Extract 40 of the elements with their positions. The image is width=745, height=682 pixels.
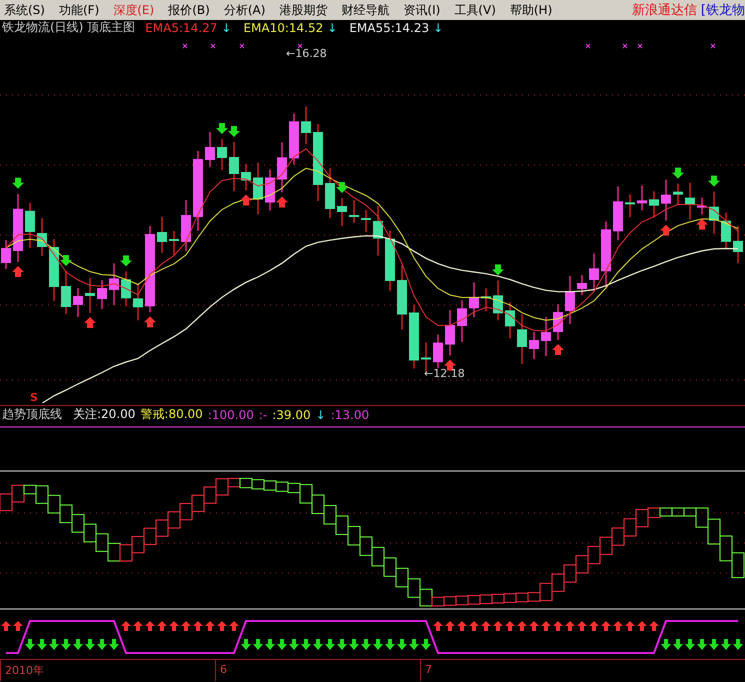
indicator-title: 趋势顶底线 [2, 406, 62, 423]
axis-label: 2010年 [0, 660, 215, 681]
cross-marker [622, 44, 628, 48]
indicator-value: :39.00 [272, 408, 311, 422]
brand-label: 新浪通达信 [632, 2, 697, 19]
cross-marker [638, 44, 642, 48]
low-price-label: ←12.18 [424, 367, 465, 380]
indicator-value: :- [258, 408, 268, 422]
menu-item[interactable]: 港股期货 [275, 2, 338, 18]
cross-marker [586, 44, 590, 48]
cross-marker [298, 44, 302, 48]
trend-arrow: ↓ [221, 20, 232, 34]
menu-item[interactable]: 资讯(I) [399, 2, 450, 18]
indicator-value: EMA5:14.27 [145, 20, 218, 34]
cross-marker [710, 44, 716, 48]
axis-label: 6 [215, 660, 420, 681]
menu-item[interactable]: 帮助(H) [506, 2, 562, 18]
cross-marker [240, 44, 244, 48]
signal-mark: S [30, 391, 38, 404]
menu-item[interactable]: 系统(S) [0, 2, 55, 18]
menu-item[interactable]: 分析(A) [220, 2, 276, 18]
trend-arrow: ↓ [327, 20, 338, 34]
menu-item[interactable]: 财经导航 [337, 2, 400, 18]
stock-tab[interactable]: [铁龙物 [700, 1, 745, 19]
indicator-value: 关注:20.00 [73, 406, 136, 423]
menu-item[interactable]: 报价(B) [164, 2, 220, 18]
trend-arrow: ↓ [433, 20, 444, 34]
indicator-value: EMA55:14.23 [349, 20, 430, 34]
indicator-value: ↓ [316, 408, 326, 422]
cross-marker [210, 44, 216, 48]
indicator-value: 警戒:80.00 [140, 406, 203, 423]
indicator-value: :13.00 [330, 408, 370, 422]
chart-title: 铁龙物流(日线) 顶底主图 [2, 19, 136, 36]
high-price-label: ←16.28 [286, 47, 327, 60]
indicator-value: EMA10:14.52 [243, 20, 324, 34]
menu-item[interactable]: 工具(V) [450, 2, 506, 18]
axis-label: 7 [420, 660, 432, 681]
cross-marker [182, 44, 188, 48]
menu-item[interactable]: 功能(F) [54, 2, 110, 18]
indicator-value: :100.00 [208, 408, 254, 422]
